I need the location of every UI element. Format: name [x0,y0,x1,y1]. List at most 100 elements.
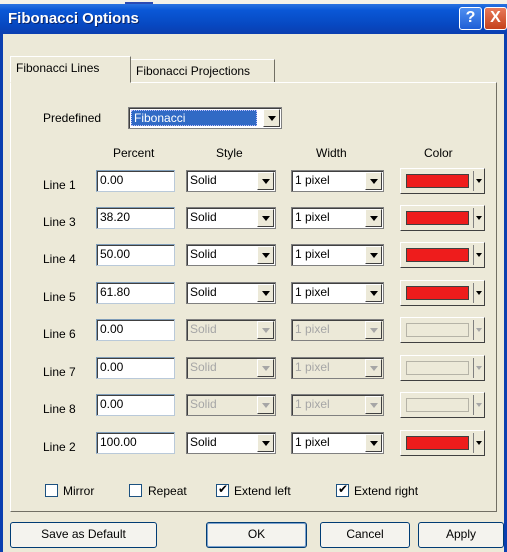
width-value: 1 pixel [295,247,330,261]
chevron-down-icon [257,321,274,339]
color-picker-button[interactable] [400,280,485,306]
color-swatch [406,398,469,412]
save-as-default-button[interactable]: Save as Default [10,522,157,548]
style-value: Solid [190,173,217,187]
apply-button[interactable]: Apply [418,522,504,548]
divider [473,320,474,340]
width-value: 1 pixel [295,397,330,411]
width-select: 1 pixel [291,357,384,379]
predefined-value: Fibonacci [131,110,257,126]
repeat-checkbox[interactable] [129,484,142,497]
divider [473,283,474,303]
style-value: Solid [190,435,217,449]
color-picker-button [400,317,485,343]
ok-button[interactable]: OK [206,522,307,548]
line-label: Line 7 [43,365,76,379]
percent-input[interactable]: 0.00 [96,319,175,341]
color-swatch [406,286,469,300]
extend-right-checkbox[interactable] [336,482,349,497]
style-select: Solid [186,394,276,416]
style-select[interactable]: Solid [186,244,276,266]
width-select[interactable]: 1 pixel [291,207,384,229]
repeat-label: Repeat [148,484,187,498]
chevron-down-icon[interactable] [257,246,274,264]
style-select: Solid [186,357,276,379]
percent-input[interactable]: 0.00 [96,394,175,416]
title-bar: Fibonacci Options ? X [0,4,507,34]
color-swatch [406,436,469,450]
percent-input[interactable]: 0.00 [96,170,175,192]
predefined-select[interactable]: Fibonacci [128,107,282,129]
style-value: Solid [190,360,217,374]
divider [473,208,474,228]
chevron-down-icon[interactable] [257,284,274,302]
chevron-down-icon[interactable] [365,246,382,264]
style-value: Solid [190,322,217,336]
percent-input[interactable]: 50.00 [96,244,175,266]
color-picker-button [400,355,485,381]
width-value: 1 pixel [295,360,330,374]
tab-fibonacci-projections[interactable]: Fibonacci Projections [130,59,275,82]
style-select[interactable]: Solid [186,170,276,192]
color-picker-button[interactable] [400,205,485,231]
chevron-down-icon[interactable] [365,172,382,190]
color-picker-button[interactable] [400,242,485,268]
chevron-down-icon[interactable] [365,284,382,302]
percent-input[interactable]: 61.80 [96,282,175,304]
line-label: Line 3 [43,215,76,229]
chevron-down-icon[interactable] [257,434,274,452]
extend-right-label: Extend right [354,484,419,498]
extend-left-label: Extend left [234,484,291,498]
mirror-checkbox[interactable] [45,484,58,497]
divider [473,433,474,453]
style-select[interactable]: Solid [186,282,276,304]
style-value: Solid [190,247,217,261]
help-icon[interactable]: ? [459,7,482,30]
color-swatch [406,211,469,225]
mirror-label: Mirror [63,484,95,498]
line-label: Line 1 [43,178,76,192]
style-select[interactable]: Solid [186,432,276,454]
width-select[interactable]: 1 pixel [291,244,384,266]
width-select[interactable]: 1 pixel [291,170,384,192]
chevron-down-icon [365,396,382,414]
percent-input[interactable]: 38.20 [96,207,175,229]
chevron-down-icon[interactable] [257,209,274,227]
window-title: Fibonacci Options [8,10,139,27]
width-value: 1 pixel [295,435,330,449]
chevron-down-icon[interactable] [365,434,382,452]
color-picker-button[interactable] [400,168,485,194]
divider [473,358,474,378]
style-value: Solid [190,397,217,411]
column-header-width: Width [316,146,347,160]
width-select[interactable]: 1 pixel [291,432,384,454]
color-swatch [406,361,469,375]
width-value: 1 pixel [295,322,330,336]
column-header-percent: Percent [113,146,155,160]
width-value: 1 pixel [295,173,330,187]
line-label: Line 5 [43,290,76,304]
chevron-down-icon[interactable] [365,209,382,227]
percent-input[interactable]: 0.00 [96,357,175,379]
color-picker-button[interactable] [400,430,485,456]
style-select[interactable]: Solid [186,207,276,229]
style-value: Solid [190,285,217,299]
line-label: Line 6 [43,327,76,341]
width-select: 1 pixel [291,394,384,416]
predefined-label: Predefined [43,111,102,125]
chevron-down-icon[interactable] [263,109,280,127]
chevron-down-icon[interactable] [257,172,274,190]
width-select[interactable]: 1 pixel [291,282,384,304]
extend-left-checkbox[interactable] [216,482,229,497]
width-value: 1 pixel [295,285,330,299]
divider [473,171,474,191]
cancel-button[interactable]: Cancel [320,522,410,548]
tab-fibonacci-lines[interactable]: Fibonacci Lines [10,56,131,83]
column-header-color: Color [424,146,453,160]
percent-input[interactable]: 100.00 [96,432,175,454]
chevron-down-icon [257,396,274,414]
chevron-down-icon [365,359,382,377]
close-icon[interactable]: X [484,7,507,30]
width-value: 1 pixel [295,210,330,224]
chevron-down-icon [365,321,382,339]
